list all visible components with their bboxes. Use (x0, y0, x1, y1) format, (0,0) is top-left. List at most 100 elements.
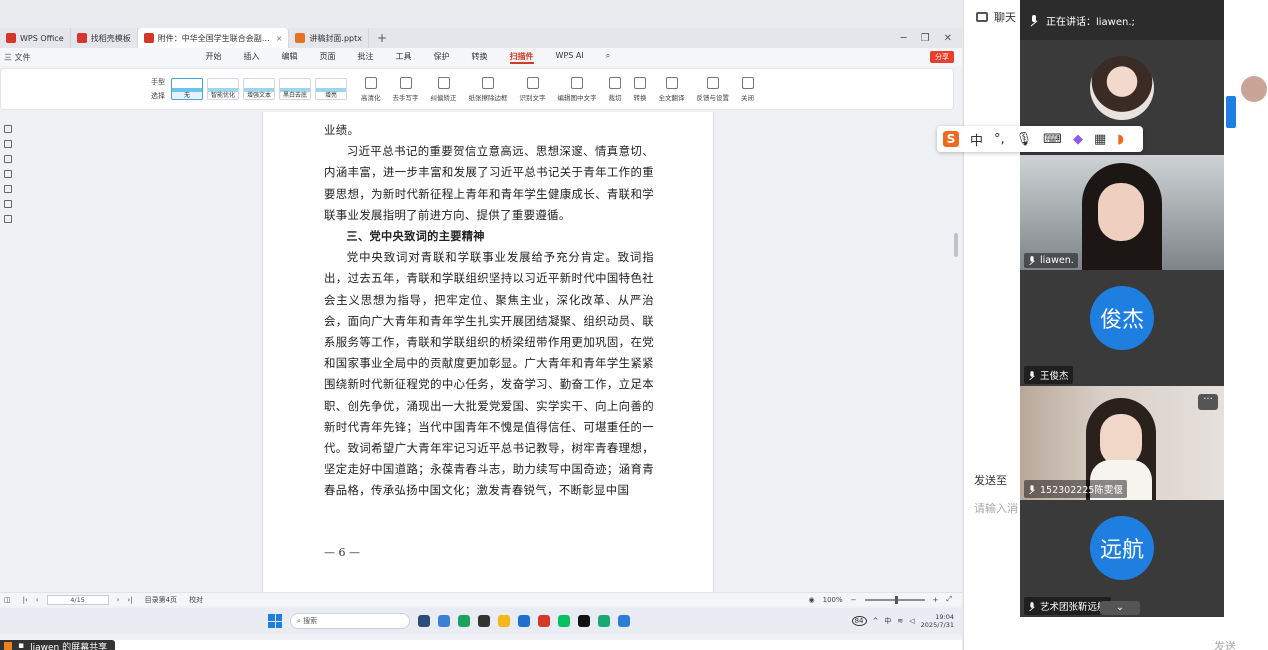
windows-start-icon[interactable] (268, 614, 282, 628)
hand-tool-button[interactable]: 手型 (151, 77, 165, 87)
app-icon[interactable] (478, 615, 490, 627)
deskew-button[interactable]: 纠偏矫正 (431, 76, 457, 102)
remove-handwriting-button[interactable]: 去手写字 (393, 76, 419, 102)
zoom-slider-handle[interactable] (894, 595, 898, 604)
skin-icon[interactable]: ◆ (1073, 132, 1083, 147)
clock[interactable]: 19:04 2025/7/31 (921, 613, 954, 629)
search-icon[interactable]: ⌕ (606, 51, 610, 64)
chat-input[interactable]: 请输入消 (974, 500, 1018, 516)
layers-icon[interactable] (4, 215, 12, 223)
eye-icon[interactable]: ◉ (809, 596, 815, 604)
crop-button[interactable]: 裁切 (608, 76, 622, 102)
last-page-icon[interactable]: ›| (127, 596, 132, 604)
wps-tab-home[interactable]: WPS Office (0, 28, 71, 48)
photos-icon[interactable] (618, 615, 630, 627)
send-to-label[interactable]: 发送至 (974, 472, 1007, 488)
zoom-value[interactable]: 100% (823, 596, 843, 604)
participant-tile-yuanhang[interactable]: 远航 艺术团张靳远航 ⌄ (1020, 500, 1224, 617)
select-tool-button[interactable]: 选择 (151, 91, 165, 101)
close-icon[interactable]: × (276, 34, 283, 43)
menu-page[interactable]: 页面 (320, 51, 336, 64)
tray-chevron-icon[interactable]: ^ (873, 617, 879, 625)
participant-tile-liawen[interactable]: liawen. (1020, 155, 1224, 270)
page-number-input[interactable]: 4/15 (46, 594, 109, 605)
voice-input-icon[interactable]: 🎙 (1016, 132, 1033, 147)
erase-border-button[interactable]: 纸张擦除边框 (469, 76, 508, 102)
document-page[interactable]: 业绩。 习近平总书记的重要贺信立意高远、思想深邃、情真意切、内涵丰富，进一步丰富… (262, 112, 714, 592)
participant-tile-wangjunjie[interactable]: 俊杰 王俊杰 (1020, 270, 1224, 386)
menu-start[interactable]: 开始 (206, 51, 222, 64)
prev-page-icon[interactable]: ‹ (36, 596, 39, 604)
explorer-icon[interactable] (498, 615, 510, 627)
wechat-icon[interactable] (558, 615, 570, 627)
thumbnail-icon[interactable] (4, 155, 12, 163)
meeting-app-icon[interactable] (598, 615, 610, 627)
wps-tab-template[interactable]: 找稻壳模板 (71, 28, 138, 48)
menu-wps-ai[interactable]: WPS AI (556, 51, 584, 64)
k-app-icon[interactable] (438, 615, 450, 627)
collapse-chevron-icon[interactable]: ⌄ (1100, 601, 1140, 615)
style-none[interactable]: 无 (171, 78, 203, 100)
sidebar-toggle-icon[interactable]: ◫ (4, 596, 11, 604)
more-options-icon[interactable]: ··· (1198, 394, 1218, 410)
fullscreen-icon[interactable]: ⤢ (946, 595, 952, 604)
menu-tools[interactable]: 工具 (396, 51, 412, 64)
edit-image-text-button[interactable]: 编辑图中文字 (558, 76, 597, 102)
menu-comment[interactable]: 批注 (358, 51, 374, 64)
notification-badge[interactable]: 84 (851, 616, 867, 626)
attachment-icon[interactable] (4, 185, 12, 193)
punctuation-icon[interactable]: °, (994, 132, 1005, 147)
convert-button[interactable]: 转换 (634, 76, 647, 102)
taskview-icon[interactable] (418, 615, 430, 627)
menu-insert[interactable]: 插入 (244, 51, 260, 64)
zoom-out-icon[interactable]: − (851, 596, 857, 604)
comment-icon[interactable] (4, 170, 12, 178)
zoom-in-icon[interactable]: + (933, 596, 939, 604)
volume-icon[interactable]: ◁ (909, 617, 914, 625)
store-icon[interactable] (518, 615, 530, 627)
ime-language-toggle[interactable]: 中 (970, 130, 983, 149)
send-button[interactable]: 发送 (1214, 638, 1236, 650)
ocr-button[interactable]: 识别文字 (520, 76, 546, 102)
vertical-scrollbar[interactable] (954, 233, 958, 257)
menu-convert[interactable]: 转换 (472, 51, 488, 64)
keyboard-icon[interactable]: ⌨ (1043, 132, 1062, 147)
menu-protect[interactable]: 保护 (434, 51, 450, 64)
qq-icon[interactable] (578, 615, 590, 627)
menu-edit[interactable]: 编辑 (282, 51, 298, 64)
menu-scan[interactable]: 扫描件 (509, 51, 534, 64)
maximize-icon[interactable]: ❐ (921, 33, 930, 44)
edge-icon[interactable] (458, 615, 470, 627)
share-button[interactable]: 分享 (930, 51, 954, 63)
wifi-icon[interactable]: ≋ (897, 617, 903, 625)
close-scan-button[interactable]: 关闭 (741, 76, 754, 102)
button-label: 裁切 (608, 93, 622, 102)
sogou-logo-icon[interactable]: S (943, 131, 959, 147)
tray-ime[interactable]: 中 (884, 616, 891, 626)
wps-tab-pptx[interactable]: 讲稿封面.pptx (289, 28, 369, 48)
next-page-icon[interactable]: › (117, 596, 120, 604)
minimize-icon[interactable]: ─ (901, 33, 907, 44)
toolbox-icon[interactable]: ▦ (1094, 132, 1106, 147)
translate-button[interactable]: 全文翻译 (659, 76, 685, 102)
outline-icon[interactable] (4, 125, 12, 133)
first-page-icon[interactable]: |‹ (23, 596, 28, 604)
feedback-button[interactable]: 反馈与设置 (697, 76, 729, 102)
file-menu[interactable]: 三 文件 (4, 52, 31, 63)
zoom-slider[interactable] (864, 595, 925, 604)
style-brighten[interactable]: 增亮 (315, 78, 347, 100)
style-smart[interactable]: 智能优化 (207, 78, 239, 100)
hd-button[interactable]: 高清化 (361, 76, 381, 102)
participant-tile-chen[interactable]: ··· 152302225陈雯偃 (1020, 386, 1224, 500)
proof-button[interactable]: 校对 (189, 595, 203, 605)
style-bw[interactable]: 黑白去底 (279, 78, 311, 100)
bookmark-icon[interactable] (4, 140, 12, 148)
taskbar-search[interactable]: ⌕ 搜索 (290, 613, 410, 629)
style-enhance-text[interactable]: 增强文本 (243, 78, 275, 100)
signature-icon[interactable] (4, 200, 12, 208)
ime-extra-icon[interactable]: ◗ (1117, 132, 1124, 147)
wps-icon[interactable] (538, 615, 550, 627)
new-tab-icon[interactable]: + (369, 31, 395, 45)
close-window-icon[interactable]: ✕ (944, 33, 952, 44)
wps-tab-document[interactable]: 附件：中华全国学生联合会副… × (137, 28, 290, 48)
